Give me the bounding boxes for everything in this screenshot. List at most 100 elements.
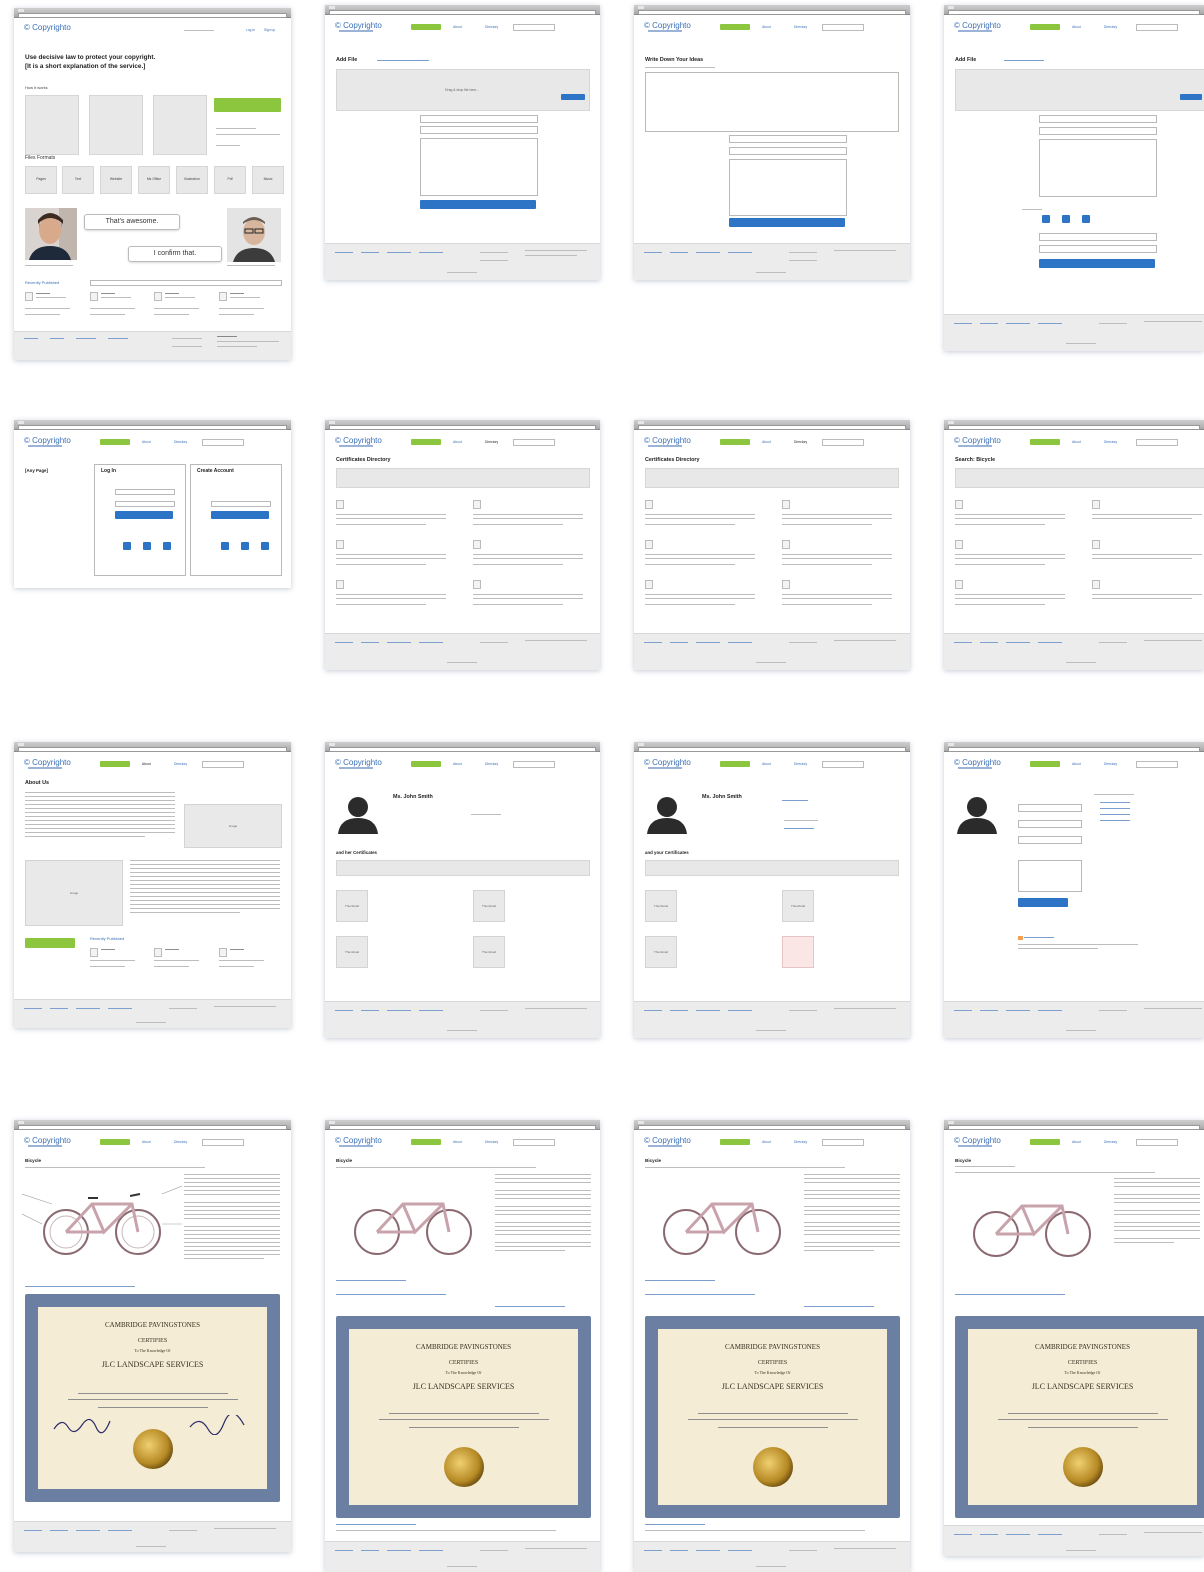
social-login-2[interactable] [1062, 215, 1070, 223]
drop-zone[interactable]: Drag & drop file here... [336, 69, 590, 111]
search-input[interactable] [1136, 761, 1178, 768]
search-input[interactable] [822, 439, 864, 446]
nav-directory[interactable]: Directory [794, 1140, 807, 1144]
add-new-button[interactable] [720, 1139, 750, 1145]
search-input[interactable] [822, 24, 864, 31]
nav-directory[interactable]: Directory [1104, 25, 1117, 29]
signup-button[interactable] [211, 511, 269, 519]
format-pages[interactable]: Pages [25, 166, 57, 194]
certificate-thumb-pending[interactable] [782, 936, 814, 968]
password-field[interactable] [115, 501, 175, 507]
search-input[interactable] [1136, 1139, 1178, 1146]
login-link[interactable]: Log in [246, 28, 255, 32]
submit-button[interactable] [729, 218, 845, 227]
nav-directory[interactable]: Directory [485, 762, 498, 766]
submit-button[interactable] [420, 200, 536, 209]
nav-directory[interactable]: Directory [485, 1140, 498, 1144]
filter-bar[interactable] [955, 468, 1204, 488]
format-music[interactable]: Music [252, 166, 284, 194]
nav-about[interactable]: About [1072, 762, 1081, 766]
format-website[interactable]: Website [100, 166, 132, 194]
login-button[interactable] [115, 511, 173, 519]
nav-about[interactable]: About [1072, 440, 1081, 444]
add-new-button[interactable] [1030, 761, 1060, 767]
search-input[interactable] [1136, 24, 1178, 31]
certificate-thumb[interactable]: Thumbnail [782, 890, 814, 922]
format-text[interactable]: Text [62, 166, 94, 194]
add-new-button[interactable] [100, 1139, 130, 1145]
email-field[interactable] [115, 489, 175, 495]
nav-about[interactable]: About [453, 1140, 462, 1144]
nav-about[interactable]: About [1072, 25, 1081, 29]
add-new-button[interactable] [1030, 439, 1060, 445]
upload-button[interactable] [1180, 94, 1202, 100]
social-login-1[interactable] [1042, 215, 1050, 223]
add-new-button[interactable] [1030, 1139, 1060, 1145]
search-input[interactable] [822, 1139, 864, 1146]
get-started-button[interactable] [25, 938, 75, 948]
nav-about[interactable]: About [453, 440, 462, 444]
email-field[interactable] [211, 501, 271, 507]
search-input[interactable] [513, 439, 555, 446]
nav-directory[interactable]: Directory [485, 25, 498, 29]
filter-bar[interactable] [336, 468, 590, 488]
search-input[interactable] [513, 1139, 555, 1146]
format-illustration[interactable]: Illustration [176, 166, 208, 194]
nav-about[interactable]: About [762, 440, 771, 444]
add-new-button[interactable] [720, 761, 750, 767]
nav-directory[interactable]: Directory [794, 440, 807, 444]
nav-directory[interactable]: Directory [174, 440, 187, 444]
add-new-button[interactable] [411, 24, 441, 30]
description-field[interactable] [420, 138, 538, 196]
author-field[interactable] [420, 115, 538, 123]
filter-bar[interactable] [645, 468, 899, 488]
certificate-thumb[interactable]: Thumbnail [336, 936, 368, 968]
search-input[interactable] [513, 761, 555, 768]
email-field[interactable] [1039, 233, 1157, 241]
nav-directory[interactable]: Directory [794, 25, 807, 29]
social-2[interactable] [241, 542, 249, 550]
search-input[interactable] [822, 761, 864, 768]
author-field[interactable] [729, 135, 847, 143]
certificate-thumb[interactable]: Thumbnail [645, 890, 677, 922]
search-input[interactable] [513, 24, 555, 31]
save-button[interactable] [1018, 898, 1068, 907]
nav-about[interactable]: About [142, 1140, 151, 1144]
nav-directory[interactable]: Directory [174, 762, 187, 766]
author-field[interactable] [1039, 115, 1157, 123]
add-new-button[interactable] [100, 439, 130, 445]
search-input[interactable] [1136, 439, 1178, 446]
social-3[interactable] [163, 542, 171, 550]
nav-about[interactable]: About [762, 1140, 771, 1144]
add-new-button[interactable] [100, 761, 130, 767]
add-new-button[interactable] [411, 761, 441, 767]
nav-directory[interactable]: Directory [1104, 762, 1117, 766]
nav-about[interactable]: About [142, 440, 151, 444]
add-new-button[interactable] [720, 24, 750, 30]
password-field[interactable] [1018, 836, 1082, 844]
nav-directory[interactable]: Directory [485, 440, 498, 444]
title-field[interactable] [729, 147, 847, 155]
social-1[interactable] [221, 542, 229, 550]
description-field[interactable] [1039, 139, 1157, 197]
nav-about[interactable]: About [762, 25, 771, 29]
social-login-3[interactable] [1082, 215, 1090, 223]
nav-directory[interactable]: Directory [1104, 1140, 1117, 1144]
format-ms-office[interactable]: Ms Office [138, 166, 170, 194]
nav-directory[interactable]: Directory [794, 762, 807, 766]
certificate-thumb[interactable]: Thumbnail [645, 936, 677, 968]
add-new-button[interactable] [720, 439, 750, 445]
name-field[interactable] [1018, 804, 1082, 812]
filter-bar[interactable] [336, 860, 590, 876]
social-3[interactable] [261, 542, 269, 550]
nav-about[interactable]: About [142, 762, 151, 766]
search-input[interactable] [202, 439, 244, 446]
about-field[interactable] [1018, 860, 1082, 892]
search-input[interactable] [202, 761, 244, 768]
idea-textarea[interactable] [645, 72, 899, 132]
get-started-button[interactable] [214, 98, 281, 112]
certificate-thumb[interactable]: Thumbnail [473, 936, 505, 968]
description-field[interactable] [729, 159, 847, 216]
social-1[interactable] [123, 542, 131, 550]
search-input[interactable] [90, 280, 282, 286]
